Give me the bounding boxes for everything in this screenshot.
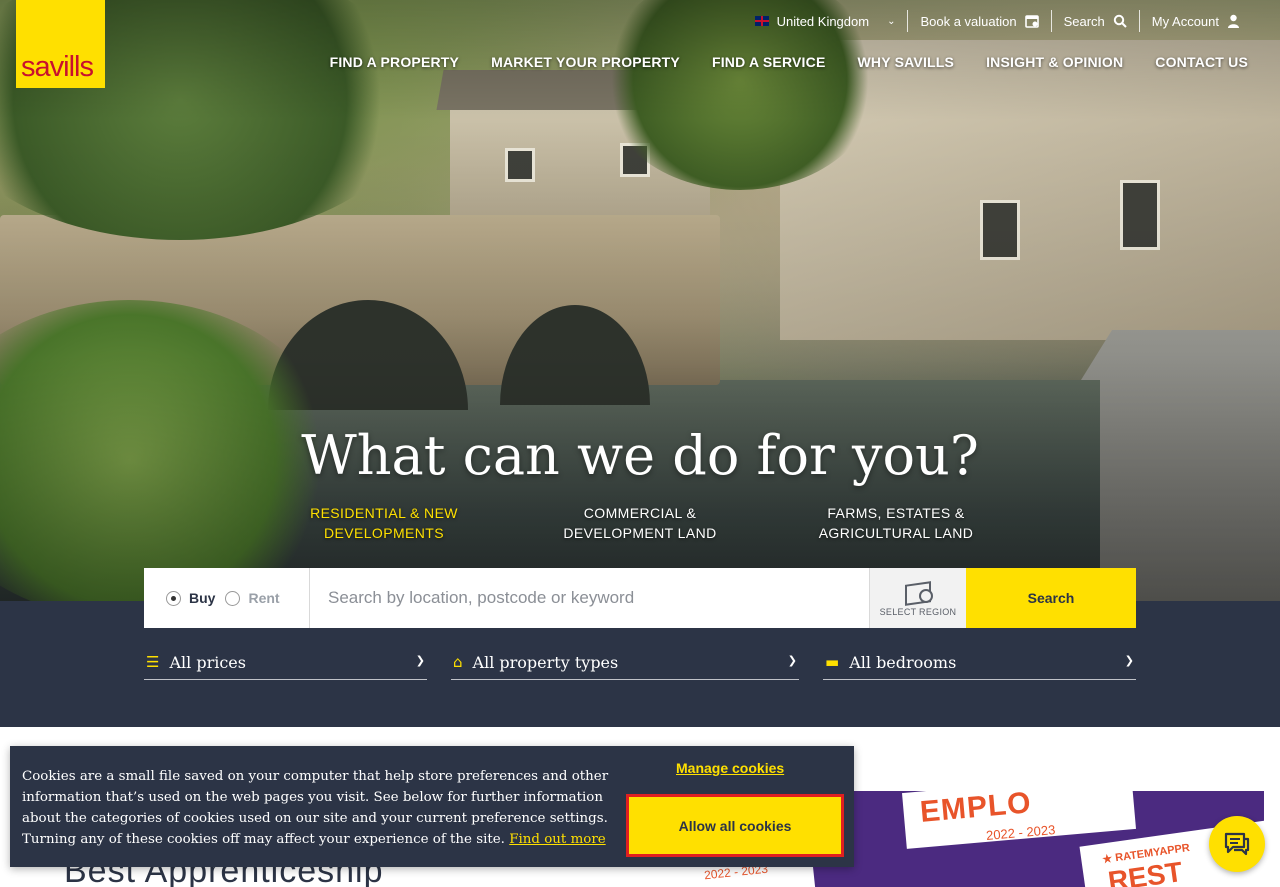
manage-cookies-link[interactable]: Manage cookies	[676, 760, 784, 776]
search-button[interactable]: Search	[966, 568, 1136, 628]
house-icon: ⌂	[453, 653, 463, 671]
user-icon	[1228, 14, 1239, 28]
select-region-button[interactable]: SELECT REGION	[869, 568, 966, 628]
nav-find-service[interactable]: FIND A SERVICE	[712, 54, 826, 70]
bedrooms-filter[interactable]: ▬ All bedrooms ❯	[823, 645, 1136, 680]
book-valuation-link[interactable]: Book a valuation	[908, 10, 1050, 32]
rent-label: Rent	[248, 590, 280, 606]
tab-farms-estates[interactable]: FARMS, ESTATES & AGRICULTURAL LAND	[768, 503, 1024, 543]
cookie-banner: Cookies are a small file saved on your c…	[10, 746, 854, 867]
savills-logo[interactable]: savills	[16, 0, 105, 88]
select-region-label: SELECT REGION	[879, 607, 957, 617]
sector-tabs: RESIDENTIAL & NEW DEVELOPMENTS COMMERCIA…	[256, 503, 1024, 543]
logo-text: savills	[21, 51, 94, 83]
chevron-down-icon: ❯	[1124, 654, 1134, 667]
search-link[interactable]: Search	[1052, 10, 1139, 32]
country-label: United Kingdom	[776, 13, 870, 29]
buy-rent-toggle: Buy Rent	[144, 568, 310, 628]
chevron-down-icon: ⌄	[887, 15, 896, 27]
chevron-down-icon: ❯	[415, 654, 425, 667]
nav-insight-opinion[interactable]: INSIGHT & OPINION	[986, 54, 1123, 70]
buy-label: Buy	[189, 590, 216, 606]
price-filter[interactable]: ☰ All prices ❯	[144, 645, 427, 680]
nav-find-property[interactable]: FIND A PROPERTY	[330, 54, 460, 70]
cookie-description: Cookies are a small file saved on your c…	[22, 766, 612, 850]
price-filter-label: All prices	[169, 652, 246, 672]
coins-icon: ☰	[146, 653, 160, 671]
valuation-label: Book a valuation	[920, 13, 1017, 29]
calendar-icon	[1024, 15, 1039, 28]
tab-label-line: RESIDENTIAL & NEW	[310, 505, 458, 521]
chat-button[interactable]	[1209, 816, 1265, 872]
property-type-filter[interactable]: ⌂ All property types ❯	[451, 645, 799, 680]
bedrooms-filter-label: All bedrooms	[849, 652, 957, 672]
utility-nav: United Kingdom ⌄ Book a valuation Search…	[743, 10, 1252, 32]
property-type-filter-label: All property types	[472, 652, 619, 672]
country-selector[interactable]: United Kingdom ⌄	[743, 10, 908, 32]
map-search-icon	[903, 579, 933, 603]
account-label: My Account	[1151, 13, 1219, 29]
tab-label-line: FARMS, ESTATES &	[827, 505, 965, 521]
tab-label-line: DEVELOPMENT LAND	[563, 525, 717, 541]
rent-option[interactable]: Rent	[225, 590, 280, 606]
rent-radio[interactable]	[225, 590, 241, 606]
search-label: Search	[1063, 13, 1105, 29]
nav-contact-us[interactable]: CONTACT US	[1155, 54, 1248, 70]
my-account-link[interactable]: My Account	[1140, 10, 1252, 32]
tab-residential[interactable]: RESIDENTIAL & NEW DEVELOPMENTS	[256, 503, 512, 543]
location-search-input[interactable]	[310, 568, 869, 628]
tab-label-line: AGRICULTURAL LAND	[818, 525, 974, 541]
hero-headline: What can we do for you?	[301, 424, 979, 487]
chat-icon	[1224, 832, 1250, 856]
uk-flag-icon	[754, 16, 769, 26]
tab-label-line: COMMERCIAL &	[583, 505, 697, 521]
tab-label-line: DEVELOPMENTS	[324, 525, 444, 541]
tab-commercial[interactable]: COMMERCIAL & DEVELOPMENT LAND	[512, 503, 768, 543]
find-out-more-link[interactable]: Find out more	[509, 832, 605, 847]
bed-icon: ▬	[825, 653, 840, 671]
nav-market-property[interactable]: MARKET YOUR PROPERTY	[491, 54, 680, 70]
main-nav: FIND A PROPERTY MARKET YOUR PROPERTY FIN…	[330, 54, 1248, 70]
search-icon	[1113, 14, 1127, 28]
search-filters: ☰ All prices ❯ ⌂ All property types ❯ ▬ …	[144, 645, 1136, 680]
buy-option[interactable]: Buy	[166, 590, 215, 606]
nav-why-savills[interactable]: WHY SAVILLS	[858, 54, 955, 70]
chevron-down-icon: ❯	[787, 654, 797, 667]
allow-all-cookies-button[interactable]: Allow all cookies	[626, 794, 844, 857]
search-bar: Buy Rent SELECT REGION Search	[144, 568, 1136, 628]
buy-radio[interactable]	[166, 590, 181, 606]
